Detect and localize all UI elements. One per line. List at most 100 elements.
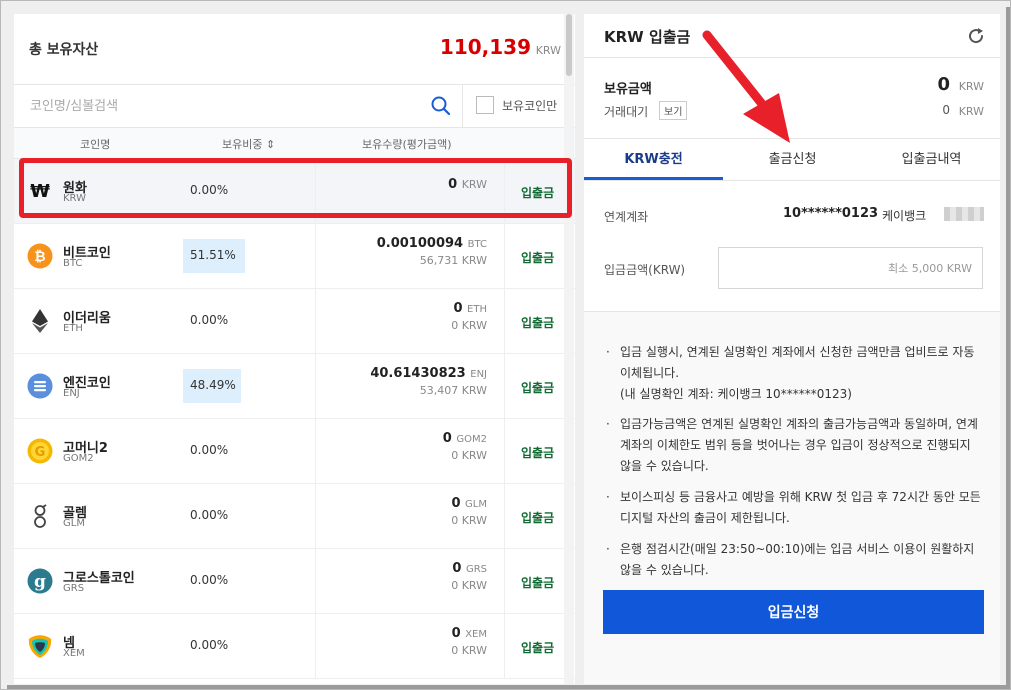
column-divider bbox=[504, 484, 505, 548]
ethereum-icon bbox=[32, 309, 48, 333]
deposit-withdraw-link[interactable]: 입출금 bbox=[521, 639, 554, 656]
holding-amount-value: 0.00100094 bbox=[376, 236, 464, 251]
holding-amount-unit: GLM bbox=[465, 499, 487, 510]
column-divider bbox=[315, 484, 316, 548]
deposit-withdraw-link[interactable]: 입출금 bbox=[521, 574, 554, 591]
holding-amount: 0 GRS bbox=[452, 561, 487, 576]
column-divider bbox=[504, 224, 505, 288]
svg-text:G: G bbox=[35, 445, 46, 460]
holding-ratio: 48.49% bbox=[190, 378, 236, 392]
tab-withdraw-request[interactable]: 출금신청 bbox=[723, 139, 862, 180]
holding-amount-value: 0 bbox=[451, 496, 461, 511]
coin-symbol: GRS bbox=[63, 583, 85, 594]
refresh-icon[interactable] bbox=[966, 26, 986, 46]
gomoney-icon: G bbox=[27, 438, 53, 464]
coin-symbol: GLM bbox=[63, 518, 85, 529]
coin-symbol: ETH bbox=[63, 323, 83, 334]
notice-text: (내 실명확인 계좌: 케이뱅크 10******0123) bbox=[620, 387, 852, 401]
table-row[interactable]: 이더리움 ETH 0.00% 0 ETH 0 KRW 입출금 bbox=[14, 289, 575, 354]
enjin-icon bbox=[27, 373, 53, 399]
table-row[interactable]: g 그로스톨코인 GRS 0.00% 0 GRS 0 KRW 입출금 bbox=[14, 549, 575, 614]
holding-ratio: 0.00% bbox=[190, 573, 229, 587]
frame-shadow bbox=[1006, 7, 1010, 689]
holding-amount-unit: ENJ bbox=[470, 369, 487, 380]
notice-text: 보이스피싱 등 금융사고 예방을 위해 KRW 첫 입금 후 72시간 동안 모… bbox=[620, 490, 981, 525]
column-ratio[interactable]: 보유비중 ⇕ bbox=[222, 136, 275, 152]
search-icon[interactable] bbox=[430, 95, 452, 117]
column-divider bbox=[315, 614, 316, 678]
table-header: 코인명 보유비중 ⇕ 보유수량(평가금액) bbox=[14, 128, 575, 159]
linked-account-label: 연계계좌 bbox=[604, 210, 649, 224]
tab-krw-deposit[interactable]: KRW충전 bbox=[584, 139, 723, 180]
holding-krw-value: 53,407 KRW bbox=[419, 384, 487, 397]
holding-amount-unit: GOM2 bbox=[456, 434, 487, 445]
column-divider bbox=[504, 614, 505, 678]
table-row[interactable]: 골렘 GLM 0.00% 0 GLM 0 KRW 입출금 bbox=[14, 484, 575, 549]
notice-item: · 은행 점검시간(매일 23:50~00:10)에는 입금 서비스 이용이 원… bbox=[606, 539, 981, 581]
notice-subnote: (내 실명확인 계좌: 케이뱅크 10******0123) bbox=[606, 384, 981, 405]
column-divider bbox=[315, 549, 316, 613]
search-input[interactable] bbox=[28, 93, 432, 119]
total-assets-unit: KRW bbox=[535, 44, 561, 57]
column-divider bbox=[315, 354, 316, 418]
nem-icon bbox=[28, 635, 52, 658]
holding-krw-value: 0 KRW bbox=[451, 514, 487, 527]
holding-amount: 40.61430823 ENJ bbox=[370, 366, 487, 381]
only-held-checkbox[interactable] bbox=[476, 96, 494, 114]
coin-symbol: ENJ bbox=[63, 388, 80, 399]
table-row[interactable]: 넴 XEM 0.00% 0 XEM 0 KRW 입출금 bbox=[14, 614, 575, 679]
only-held-label[interactable]: 보유코인만 bbox=[502, 97, 557, 114]
panel-header: KRW 입출금 bbox=[584, 14, 1000, 58]
deposit-withdraw-link[interactable]: 입출금 bbox=[521, 314, 554, 331]
deposit-amount-label: 입금금액(KRW) bbox=[604, 263, 686, 277]
holding-amount-value: 0 bbox=[452, 561, 462, 576]
holding-ratio: 0.00% bbox=[190, 443, 229, 457]
pending-label: 거래대기 bbox=[604, 105, 649, 119]
notice-item: · 보이스피싱 등 금융사고 예방을 위해 KRW 첫 입금 후 72시간 동안… bbox=[606, 487, 981, 529]
deposit-withdraw-link[interactable]: 입출금 bbox=[521, 444, 554, 461]
holding-ratio: 51.51% bbox=[190, 248, 236, 262]
column-divider bbox=[504, 419, 505, 483]
deposit-request-button[interactable]: 입금신청 bbox=[603, 590, 984, 634]
holding-amount-unit: GRS bbox=[465, 564, 487, 575]
holding-amount: 0 GLM bbox=[451, 496, 487, 511]
coin-list: ₩ 원화 KRW 0.00% 0 KRW 입출금 ₿ 비트코인 BTC 51.5… bbox=[14, 159, 575, 679]
list-scrollbar[interactable] bbox=[564, 14, 574, 684]
column-coin-name: 코인명 bbox=[80, 138, 111, 151]
holding-krw-value: 56,731 KRW bbox=[419, 254, 487, 267]
holding-amount: 0 XEM bbox=[452, 626, 487, 641]
column-divider bbox=[504, 354, 505, 418]
table-row[interactable]: G 고머니2 GOM2 0.00% 0 GOM2 0 KRW 입출금 bbox=[14, 419, 575, 484]
deposit-amount-input[interactable] bbox=[718, 247, 983, 289]
deposit-withdraw-link[interactable]: 입출금 bbox=[521, 379, 554, 396]
deposit-withdraw-link[interactable]: 입출금 bbox=[521, 249, 554, 266]
notice-text: 입금가능금액은 연계된 실명확인 계좌의 출금가능금액과 동일하며, 연계 계좌… bbox=[620, 417, 978, 473]
notice-item: · 입금가능금액은 연계된 실명확인 계좌의 출금가능금액과 동일하며, 연계 … bbox=[606, 414, 981, 477]
column-divider bbox=[315, 419, 316, 483]
notice-text: 은행 점검시간(매일 23:50~00:10)에는 입금 서비스 이용이 원활하… bbox=[620, 542, 975, 577]
groestl-icon: g bbox=[27, 568, 53, 594]
holding-amount-unit: ETH bbox=[467, 304, 487, 315]
holding-ratio: 0.00% bbox=[190, 313, 229, 327]
total-assets-label: 총 보유자산 bbox=[29, 42, 99, 58]
holding-amount: 0.00100094 BTC bbox=[377, 236, 487, 251]
notice-text: 입금 실행시, 연계된 실명확인 계좌에서 신청한 금액만큼 업비트로 자동 이… bbox=[620, 345, 975, 380]
svg-text:g: g bbox=[34, 572, 46, 592]
deposit-withdraw-link[interactable]: 입출금 bbox=[521, 509, 554, 526]
view-pending-button[interactable]: 보기 bbox=[659, 101, 688, 120]
scrollbar-thumb[interactable] bbox=[566, 14, 572, 76]
holding-amount: 0 GOM2 bbox=[443, 431, 487, 446]
holding-amount-value: 0 bbox=[453, 301, 463, 316]
redacted-name bbox=[944, 207, 984, 221]
table-row[interactable]: ₿ 비트코인 BTC 51.51% 0.00100094 BTC 56,731 … bbox=[14, 224, 575, 289]
holding-krw-value: 0 KRW bbox=[451, 579, 487, 592]
annotation-highlight-box bbox=[19, 158, 572, 218]
golem-icon bbox=[34, 504, 47, 528]
table-row[interactable]: 엔진코인 ENJ 48.49% 40.61430823 ENJ 53,407 K… bbox=[14, 354, 575, 419]
linked-account-number: 10******0123 bbox=[783, 206, 879, 221]
tab-history[interactable]: 입출금내역 bbox=[862, 139, 1000, 180]
holding-krw-value: 0 KRW bbox=[451, 319, 487, 332]
svg-text:₿: ₿ bbox=[34, 249, 45, 265]
search-bar: 보유코인만 bbox=[14, 85, 575, 128]
total-assets: 총 보유자산 110,139 KRW bbox=[14, 14, 575, 85]
